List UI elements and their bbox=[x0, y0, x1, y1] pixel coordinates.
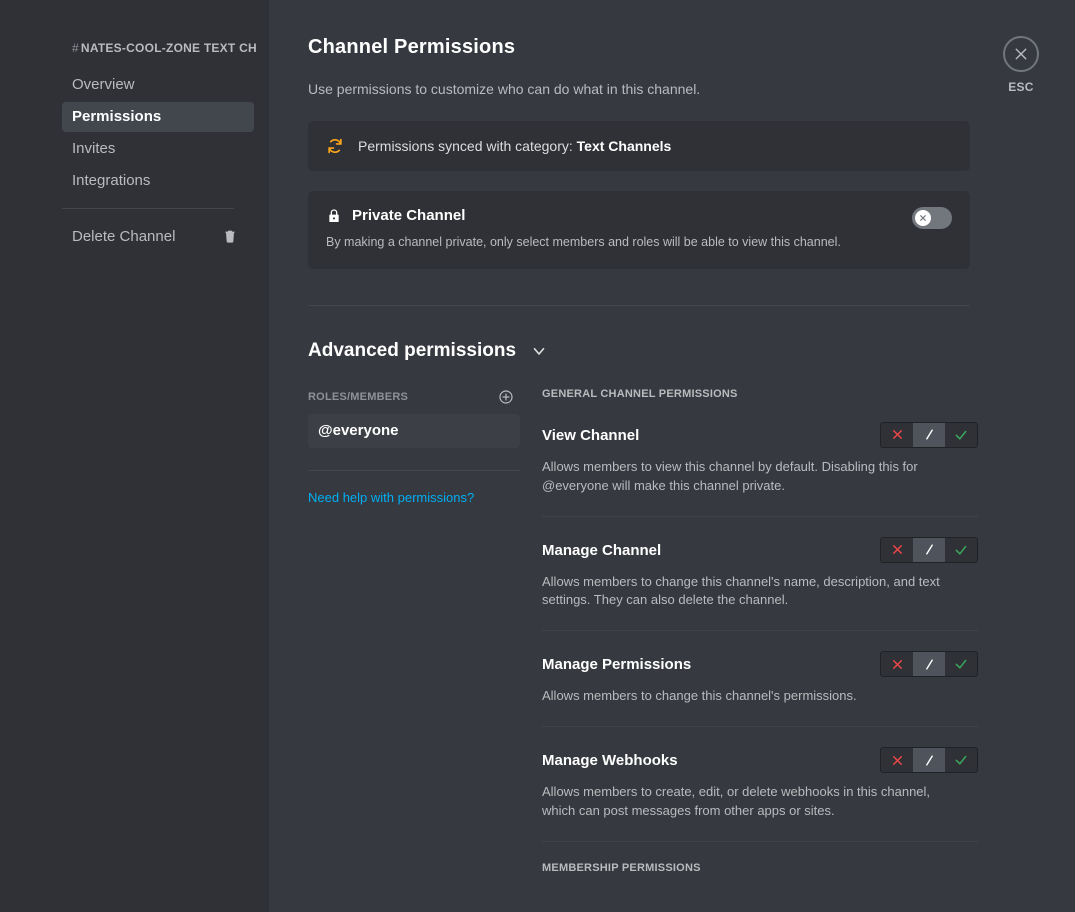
advanced-permissions-title: Advanced permissions bbox=[308, 340, 516, 362]
permission-tristate-toggle[interactable] bbox=[880, 651, 978, 677]
permission-description: Allows members to create, edit, or delet… bbox=[542, 783, 954, 821]
roles-members-panel: ROLES/MEMBERS @everyone bbox=[308, 388, 520, 896]
sidebar-item-integrations[interactable]: Integrations bbox=[62, 166, 254, 196]
sidebar-item-label: Permissions bbox=[72, 108, 161, 125]
permission-row: View Channel bbox=[542, 422, 978, 517]
permission-description: Allows members to change this channel's … bbox=[542, 687, 954, 706]
chevron-down-icon bbox=[516, 342, 548, 360]
permission-neutral-button[interactable] bbox=[913, 423, 945, 447]
sync-prefix: Permissions synced with category: bbox=[358, 138, 577, 154]
sidebar-item-invites[interactable]: Invites bbox=[62, 134, 254, 164]
permission-neutral-button[interactable] bbox=[913, 538, 945, 562]
delete-channel-button[interactable]: Delete Channel bbox=[62, 221, 248, 251]
permission-description: Allows members to view this channel by d… bbox=[542, 458, 954, 496]
permission-tristate-toggle[interactable] bbox=[880, 537, 978, 563]
permission-row: Manage Permissions bbox=[542, 651, 978, 727]
channel-settings-modal: #NATES-COOL-ZONE TEXT CH Overview Permis… bbox=[0, 0, 1075, 912]
delete-channel-label: Delete Channel bbox=[72, 228, 175, 245]
roles-panel-divider bbox=[308, 470, 520, 471]
hash-icon: # bbox=[72, 41, 79, 55]
sync-category-name: Text Channels bbox=[577, 138, 672, 154]
sidebar-channel-header: #NATES-COOL-ZONE TEXT CH bbox=[72, 40, 264, 56]
sidebar-channel-name: NATES-COOL-ZONE TEXT CH bbox=[81, 41, 257, 55]
sidebar-divider bbox=[62, 208, 234, 209]
close-modal-label: ESC bbox=[987, 80, 1055, 94]
permission-neutral-button[interactable] bbox=[913, 652, 945, 676]
permission-deny-button[interactable] bbox=[881, 538, 913, 562]
permission-row: Manage Webhooks bbox=[542, 747, 978, 842]
page-subtitle: Use permissions to customize who can do … bbox=[308, 81, 978, 97]
lock-icon bbox=[326, 208, 352, 224]
permissions-help-link[interactable]: Need help with permissions? bbox=[308, 490, 474, 505]
sidebar-item-permissions[interactable]: Permissions bbox=[62, 102, 254, 132]
page-title: Channel Permissions bbox=[308, 36, 978, 59]
private-channel-card: Private Channel By making a channel priv… bbox=[308, 191, 970, 269]
permission-allow-button[interactable] bbox=[945, 748, 977, 772]
permission-row: Manage Channel bbox=[542, 537, 978, 632]
toggle-knob bbox=[915, 210, 931, 226]
permission-allow-button[interactable] bbox=[945, 423, 977, 447]
permission-list: GENERAL CHANNEL PERMISSIONS View Channel bbox=[542, 388, 978, 896]
close-modal-button[interactable]: ESC bbox=[987, 36, 1055, 94]
general-permissions-label: GENERAL CHANNEL PERMISSIONS bbox=[542, 388, 978, 400]
advanced-permissions-header[interactable]: Advanced permissions bbox=[308, 340, 978, 362]
sync-icon bbox=[326, 137, 358, 155]
role-item-label: @everyone bbox=[318, 422, 399, 439]
private-channel-toggle[interactable] bbox=[912, 207, 952, 229]
permission-name: Manage Webhooks bbox=[542, 747, 678, 775]
permission-allow-button[interactable] bbox=[945, 652, 977, 676]
permission-deny-button[interactable] bbox=[881, 748, 913, 772]
permissions-sync-banner: Permissions synced with category: Text C… bbox=[308, 121, 970, 171]
permission-neutral-button[interactable] bbox=[913, 748, 945, 772]
roles-members-label: ROLES/MEMBERS bbox=[308, 391, 408, 403]
permission-description: Allows members to change this channel's … bbox=[542, 573, 954, 611]
section-divider bbox=[308, 305, 970, 306]
permission-tristate-toggle[interactable] bbox=[880, 747, 978, 773]
sync-banner-text: Permissions synced with category: Text C… bbox=[358, 138, 671, 154]
plus-circle-icon[interactable] bbox=[498, 389, 514, 405]
permission-deny-button[interactable] bbox=[881, 652, 913, 676]
sidebar-item-label: Overview bbox=[72, 76, 135, 93]
private-channel-description: By making a channel private, only select… bbox=[326, 234, 952, 251]
close-icon bbox=[1003, 36, 1039, 72]
settings-sidebar: #NATES-COOL-ZONE TEXT CH Overview Permis… bbox=[0, 0, 269, 912]
role-item-everyone[interactable]: @everyone bbox=[308, 414, 520, 448]
private-channel-title: Private Channel bbox=[352, 207, 465, 224]
sidebar-item-overview[interactable]: Overview bbox=[62, 70, 254, 100]
trash-icon bbox=[222, 228, 238, 244]
permission-name: View Channel bbox=[542, 422, 639, 450]
sidebar-item-label: Invites bbox=[72, 140, 115, 157]
membership-permissions-label: MEMBERSHIP PERMISSIONS bbox=[542, 862, 978, 874]
permission-name: Manage Permissions bbox=[542, 651, 691, 679]
permission-allow-button[interactable] bbox=[945, 538, 977, 562]
sidebar-item-label: Integrations bbox=[72, 172, 150, 189]
permissions-content: Channel Permissions Use permissions to c… bbox=[269, 0, 1075, 912]
permission-deny-button[interactable] bbox=[881, 423, 913, 447]
permission-tristate-toggle[interactable] bbox=[880, 422, 978, 448]
permission-name: Manage Channel bbox=[542, 537, 661, 565]
